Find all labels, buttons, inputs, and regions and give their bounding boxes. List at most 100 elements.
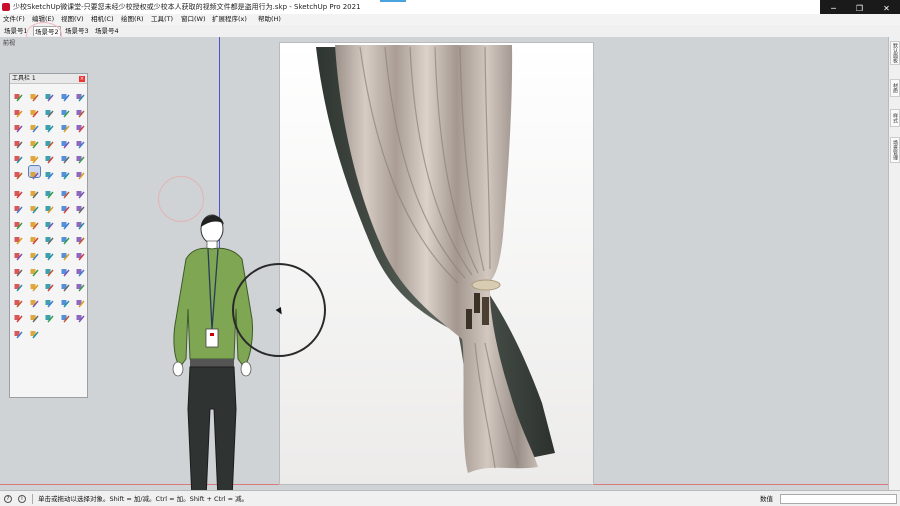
dimension-icon[interactable] <box>13 150 24 164</box>
section-icon[interactable] <box>75 135 86 149</box>
outer-shell-icon[interactable] <box>60 135 71 149</box>
solid-union-icon[interactable] <box>44 247 55 261</box>
orbit-icon[interactable] <box>13 166 24 180</box>
menu-file[interactable]: 文件(F) <box>3 14 25 25</box>
line-icon[interactable] <box>13 104 24 118</box>
menu-view[interactable]: 视图(V) <box>61 14 84 25</box>
fog-icon[interactable] <box>75 278 86 292</box>
next-view-icon[interactable] <box>60 185 71 199</box>
position-camera-icon[interactable] <box>44 166 55 180</box>
layers-icon[interactable] <box>29 325 40 339</box>
zoom-icon[interactable] <box>75 166 86 180</box>
solid-subtract-icon[interactable] <box>60 247 71 261</box>
export-icon[interactable] <box>75 294 86 308</box>
arc-2pt-icon[interactable] <box>60 104 71 118</box>
sandbox-from-contours-icon[interactable] <box>13 231 24 245</box>
solid-trim-icon[interactable] <box>75 247 86 261</box>
move-icon[interactable] <box>13 119 24 133</box>
drape-icon[interactable] <box>75 231 86 245</box>
material-editor-icon[interactable] <box>44 309 55 323</box>
tray-tab-styles[interactable]: 样式 <box>890 109 900 127</box>
paint-bucket-icon[interactable] <box>44 88 55 102</box>
menu-camera[interactable]: 相机(C) <box>91 14 114 25</box>
right-view-icon[interactable] <box>44 200 55 214</box>
tray-tab-materials[interactable]: 材质 <box>890 79 900 97</box>
arc-3pt-icon[interactable] <box>75 104 86 118</box>
geo-location-icon[interactable] <box>13 278 24 292</box>
extension-warehouse-icon[interactable] <box>44 263 55 277</box>
menu-window[interactable]: 窗口(W) <box>181 14 206 25</box>
zoom-window-icon[interactable] <box>13 185 24 199</box>
vray-sun-icon[interactable] <box>29 309 40 323</box>
open-folder-icon[interactable] <box>13 325 24 339</box>
rotate-icon[interactable] <box>29 119 40 133</box>
iso-view-icon[interactable] <box>75 185 86 199</box>
eraser-icon[interactable] <box>60 88 71 102</box>
smoove-icon[interactable] <box>44 231 55 245</box>
top-view-icon[interactable] <box>13 200 24 214</box>
scene-tab-4[interactable]: 场景号4 <box>94 26 120 36</box>
offset-icon[interactable] <box>60 119 71 133</box>
render-icon[interactable] <box>60 309 71 323</box>
info-icon[interactable]: i <box>18 495 26 503</box>
tape-measure-icon[interactable] <box>13 135 24 149</box>
front-view-icon[interactable] <box>29 200 40 214</box>
followme-icon[interactable] <box>44 119 55 133</box>
drawing-viewport[interactable]: 前视 <box>0 37 888 491</box>
sandbox-from-scratch-icon[interactable] <box>29 231 40 245</box>
add-detail-icon[interactable] <box>13 247 24 261</box>
scale-figure[interactable] <box>172 209 262 491</box>
style-builder-icon[interactable] <box>60 294 71 308</box>
walk-icon[interactable] <box>27 165 41 180</box>
backedges-icon[interactable] <box>29 216 40 230</box>
photo-texture-icon[interactable] <box>29 278 40 292</box>
select-icon[interactable] <box>13 88 24 102</box>
component-icon[interactable] <box>29 88 40 102</box>
scene-stop-icon[interactable] <box>29 294 40 308</box>
menu-tools[interactable]: 工具(T) <box>151 14 173 25</box>
toolbar-close-icon[interactable]: × <box>79 76 85 82</box>
text-icon[interactable] <box>60 150 71 164</box>
send-to-layout-icon[interactable] <box>60 263 71 277</box>
left-view-icon[interactable] <box>75 200 86 214</box>
arc-icon[interactable] <box>44 104 55 118</box>
shaded-icon[interactable] <box>75 216 86 230</box>
stamp-icon[interactable] <box>60 231 71 245</box>
axes-icon[interactable] <box>44 150 55 164</box>
xray-icon[interactable] <box>13 216 24 230</box>
solid-split-icon[interactable] <box>13 263 24 277</box>
3d-text-icon[interactable] <box>75 150 86 164</box>
warehouse-icon[interactable] <box>29 263 40 277</box>
flip-edge-icon[interactable] <box>29 247 40 261</box>
protractor-icon[interactable] <box>29 150 40 164</box>
tray-tab-default[interactable]: 默认面板 <box>890 41 900 65</box>
prev-view-icon[interactable] <box>44 185 55 199</box>
menu-draw[interactable]: 绘图(R) <box>121 14 144 25</box>
measurements-input[interactable] <box>780 494 897 504</box>
intersect-icon[interactable] <box>44 135 55 149</box>
copy-icon[interactable] <box>29 135 40 149</box>
scene-tab-1[interactable]: 场景号1 <box>3 26 29 36</box>
menu-extensions[interactable]: 扩展程序(x) <box>212 14 247 25</box>
back-view-icon[interactable] <box>60 200 71 214</box>
wireframe-icon[interactable] <box>44 216 55 230</box>
toolbar-panel-header[interactable]: 工具栏 1 × <box>10 74 87 84</box>
vray-light-icon[interactable] <box>13 309 24 323</box>
zoom-extents-icon[interactable] <box>29 185 40 199</box>
menu-help[interactable]: 帮助(H) <box>258 14 281 25</box>
curtain-image[interactable] <box>280 43 593 484</box>
scene-tab-3[interactable]: 场景号3 <box>64 26 90 36</box>
save-icon[interactable] <box>75 309 86 323</box>
shadows-icon[interactable] <box>60 278 71 292</box>
help-icon[interactable]: ? <box>4 495 12 503</box>
scene-play-icon[interactable] <box>13 294 24 308</box>
animation-icon[interactable] <box>44 294 55 308</box>
pushpull-icon[interactable] <box>75 119 86 133</box>
hidden-line-icon[interactable] <box>60 216 71 230</box>
tray-tab-scenes[interactable]: 场景管理 <box>890 137 900 163</box>
freehand-icon[interactable] <box>29 104 40 118</box>
scale-icon[interactable] <box>75 88 86 102</box>
extension-manager-icon[interactable] <box>75 263 86 277</box>
look-around-icon[interactable] <box>60 166 71 180</box>
match-photo-icon[interactable] <box>44 278 55 292</box>
